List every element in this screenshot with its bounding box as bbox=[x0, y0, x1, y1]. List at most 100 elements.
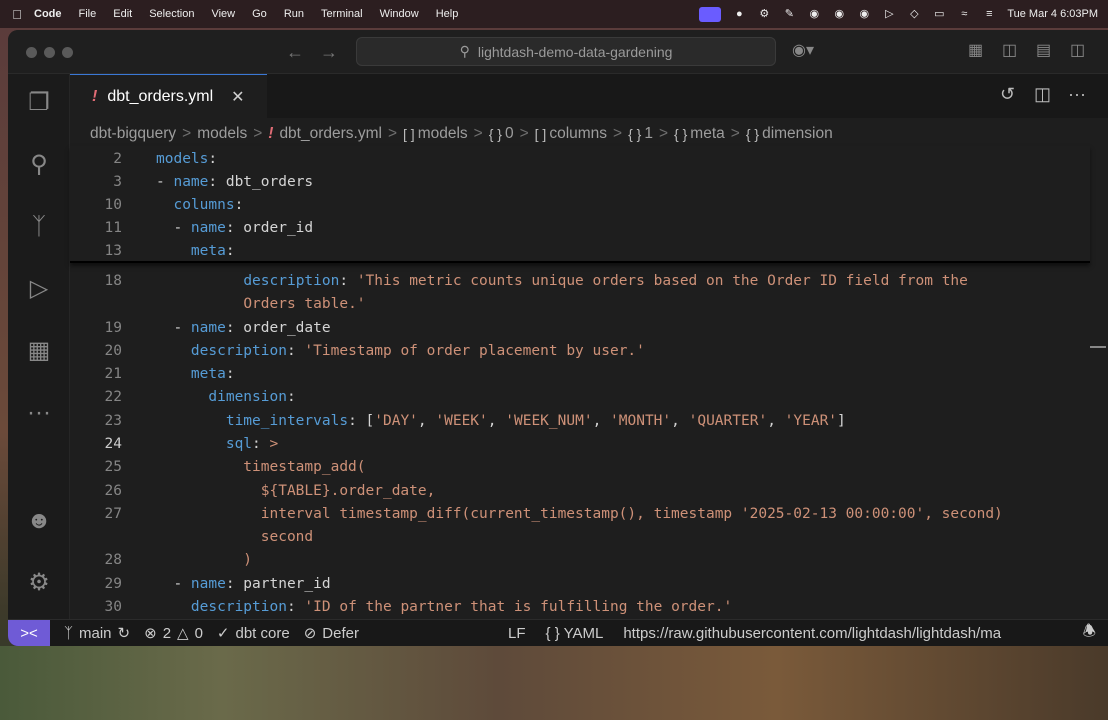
object-symbol-icon: { } bbox=[674, 126, 688, 142]
check-icon: ✓ bbox=[216, 625, 230, 642]
line-number: 19 bbox=[104, 320, 122, 336]
scrollbar-indicator[interactable] bbox=[1090, 346, 1106, 348]
code-line: timestamp_add( bbox=[156, 459, 366, 475]
menu-view[interactable]: View bbox=[211, 8, 235, 20]
forward-arrow-icon[interactable]: → bbox=[320, 42, 338, 63]
line-number: 18 bbox=[104, 273, 122, 289]
split-editor-icon[interactable]: ◫ bbox=[1034, 84, 1051, 105]
search-icon[interactable]: ⚲ bbox=[22, 148, 56, 182]
menu-code[interactable]: Code bbox=[34, 8, 62, 20]
battery-icon[interactable]: ▭ bbox=[932, 8, 946, 20]
breadcrumb-item[interactable]: 1 bbox=[644, 125, 653, 143]
run-debug-icon[interactable]: ▷ bbox=[22, 272, 56, 306]
menu-selection[interactable]: Selection bbox=[149, 8, 194, 20]
control-center-icon[interactable]: ≡ bbox=[982, 8, 996, 20]
desktop-wallpaper bbox=[0, 646, 1108, 720]
language-mode[interactable]: { } YAML bbox=[546, 625, 604, 642]
object-symbol-icon: { } bbox=[628, 126, 642, 142]
status-app-icon-3[interactable]: ◉ bbox=[832, 8, 846, 20]
menu-edit[interactable]: Edit bbox=[113, 8, 132, 20]
code-line: - name: dbt_orders bbox=[156, 174, 314, 190]
breadcrumb-item[interactable]: models bbox=[418, 125, 468, 143]
defer-toggle[interactable]: ⊘ Defer bbox=[303, 624, 359, 643]
line-number: 10 bbox=[104, 197, 122, 213]
tab-dbt-orders-yml[interactable]: ! dbt_orders.yml ✕ bbox=[70, 74, 267, 118]
tag-icon[interactable]: ◇ bbox=[907, 8, 921, 20]
timeline-history-icon[interactable]: ↺ bbox=[1000, 84, 1015, 105]
breadcrumb-item[interactable]: columns bbox=[549, 125, 607, 143]
remote-indicator-button[interactable]: >< bbox=[8, 619, 50, 646]
status-app-icon[interactable]: ● bbox=[732, 8, 746, 20]
line-number: 30 bbox=[104, 599, 122, 615]
error-count: 2 bbox=[162, 624, 172, 642]
notifications-bell-icon[interactable]: 🕭 bbox=[1083, 621, 1096, 646]
wifi-icon[interactable]: ≈ bbox=[957, 8, 971, 20]
play-icon[interactable]: ▷ bbox=[882, 8, 896, 20]
code-line: dimension: bbox=[208, 389, 296, 405]
back-arrow-icon[interactable]: ← bbox=[286, 42, 304, 63]
menu-terminal[interactable]: Terminal bbox=[321, 8, 363, 20]
toggle-primary-sidebar-icon[interactable]: ◫ bbox=[1002, 40, 1017, 60]
status-app-icon-2[interactable]: ◉ bbox=[807, 8, 821, 20]
code-line: interval timestamp_diff(current_timestam… bbox=[156, 506, 1003, 522]
customize-layout-icon[interactable]: ▦ bbox=[968, 40, 983, 60]
menu-file[interactable]: File bbox=[79, 8, 97, 20]
defer-icon: ⊘ bbox=[303, 625, 317, 642]
menu-run[interactable]: Run bbox=[284, 8, 304, 20]
screen-share-icon[interactable] bbox=[699, 6, 722, 22]
status-app-icon-4[interactable]: ◉ bbox=[857, 8, 871, 20]
breadcrumb-item[interactable]: dbt-bigquery bbox=[90, 125, 176, 143]
language-label: YAML bbox=[563, 624, 604, 642]
toggle-secondary-sidebar-icon[interactable]: ◫ bbox=[1070, 40, 1085, 60]
code-line: description: 'This metric counts unique … bbox=[243, 273, 968, 289]
close-window-button[interactable] bbox=[26, 47, 37, 58]
breadcrumb-item[interactable]: dbt_orders.yml bbox=[279, 125, 382, 143]
breadcrumb-item[interactable]: meta bbox=[690, 125, 724, 143]
eol-indicator[interactable]: LF bbox=[508, 625, 526, 642]
apple-menu-icon[interactable]:  bbox=[0, 7, 34, 22]
title-bar: ← → ⚲ lightdash-demo-data-gardening ◉▾ ▦… bbox=[8, 30, 1108, 74]
breadcrumb-item[interactable]: dimension bbox=[762, 125, 833, 143]
more-actions-icon[interactable]: ··· bbox=[1068, 84, 1086, 105]
code-line: - name: order_date bbox=[156, 320, 331, 336]
array-symbol-icon: [ ] bbox=[534, 126, 547, 142]
problems-indicator[interactable]: ⊗ 2 △ 0 bbox=[144, 624, 203, 643]
menu-go[interactable]: Go bbox=[252, 8, 267, 20]
extensions-icon[interactable]: ▦ bbox=[22, 334, 56, 368]
code-line: Orders table.' bbox=[243, 296, 366, 312]
line-number: 20 bbox=[104, 343, 122, 359]
toggle-panel-icon[interactable]: ▤ bbox=[1036, 40, 1051, 60]
sticky-scroll-header[interactable]: 2 models: 3 - name: dbt_orders 10 columns:… bbox=[70, 146, 1090, 263]
minimize-window-button[interactable] bbox=[44, 47, 55, 58]
warning-count: 0 bbox=[194, 624, 203, 642]
yaml-file-icon: ! bbox=[92, 87, 98, 105]
tab-label: dbt_orders.yml bbox=[107, 87, 214, 105]
settings-gear-icon[interactable]: ⚙ bbox=[757, 8, 771, 20]
explorer-icon[interactable]: ❐ bbox=[22, 86, 56, 120]
breadcrumb-item[interactable]: models bbox=[197, 125, 247, 143]
pen-icon[interactable]: ✎ bbox=[782, 8, 796, 20]
menubar-datetime[interactable]: Tue Mar 4 6:03PM bbox=[1007, 8, 1098, 20]
close-tab-icon[interactable]: ✕ bbox=[231, 87, 244, 107]
menu-window[interactable]: Window bbox=[380, 8, 419, 20]
line-number: 27 bbox=[104, 506, 122, 522]
menu-help[interactable]: Help bbox=[436, 8, 459, 20]
menu-bar:  Code File Edit Selection View Go Run T… bbox=[0, 0, 1108, 28]
schema-url[interactable]: https://raw.githubusercontent.com/lightd… bbox=[623, 625, 1001, 642]
line-number: 24 bbox=[104, 436, 122, 452]
code-line: second bbox=[156, 529, 314, 545]
source-control-icon[interactable]: ᛉ bbox=[22, 210, 56, 244]
line-number: 29 bbox=[104, 576, 122, 592]
code-line: models: bbox=[156, 151, 218, 167]
manage-gear-icon[interactable]: ⚙ bbox=[22, 566, 56, 600]
defer-label: Defer bbox=[322, 624, 359, 642]
sync-icon[interactable]: ↻ bbox=[118, 624, 131, 642]
copilot-icon[interactable]: ◉▾ bbox=[792, 40, 814, 60]
more-icon[interactable]: ··· bbox=[22, 396, 56, 430]
account-icon[interactable]: ☻ bbox=[22, 504, 56, 538]
dbt-status[interactable]: ✓ dbt core bbox=[216, 624, 290, 643]
breadcrumb-item[interactable]: 0 bbox=[505, 125, 514, 143]
maximize-window-button[interactable] bbox=[62, 47, 73, 58]
branch-indicator[interactable]: ᛉ main ↻ bbox=[64, 624, 131, 643]
command-center-search[interactable]: ⚲ lightdash-demo-data-gardening bbox=[356, 37, 776, 66]
